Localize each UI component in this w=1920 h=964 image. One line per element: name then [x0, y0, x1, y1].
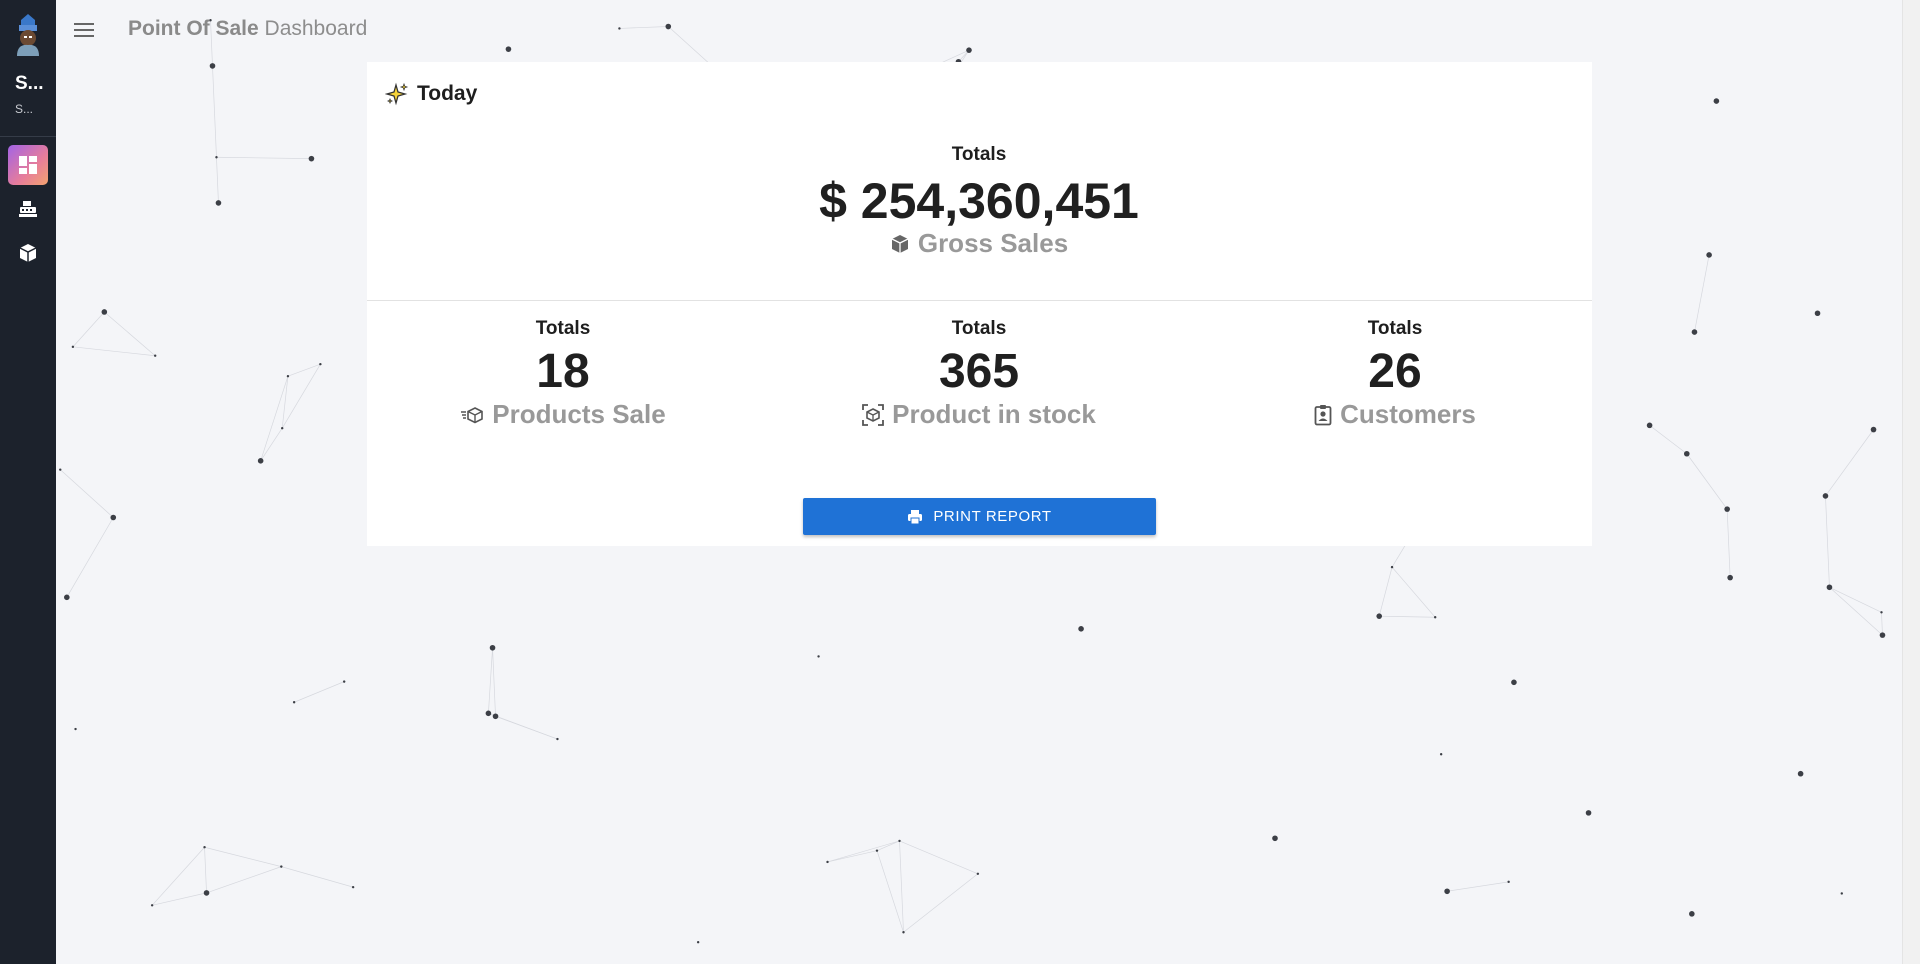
products-sale-caption: Products Sale	[353, 399, 773, 430]
sidebar-item-products[interactable]	[8, 233, 48, 273]
sidebar-item-dashboard[interactable]	[8, 145, 48, 185]
products-sale-value: 18	[536, 345, 590, 398]
gross-sales-caption: Gross Sales	[769, 228, 1189, 259]
box-scan-icon	[862, 403, 885, 426]
brand-subtitle: S...	[15, 102, 34, 116]
stat-label: Totals	[1367, 318, 1423, 339]
sidebar-divider	[0, 136, 56, 137]
sidebar-item-pos[interactable]	[8, 189, 48, 229]
customers-value: 26	[1368, 345, 1422, 398]
sidebar: S... S...	[0, 0, 56, 964]
dashboard-icon	[19, 156, 37, 174]
today-card: Today Totals $ 254,360,451 Gross Sales T…	[367, 62, 1592, 546]
printer-icon	[908, 509, 923, 524]
box-icon	[19, 244, 37, 262]
products-sale-stat: Totals 18 Products Sale	[353, 318, 773, 430]
gross-sales-value: $ 254,360,451	[819, 173, 1139, 229]
scrollbar[interactable]	[1902, 0, 1920, 964]
gross-sales-stat: Totals $ 254,360,451 Gross Sales	[769, 144, 1189, 259]
page-title: Point Of Sale Dashboard	[128, 17, 368, 40]
menu-toggle-button[interactable]	[74, 20, 94, 38]
cash-register-icon	[19, 201, 37, 217]
stat-label: Totals	[535, 318, 591, 339]
print-report-button[interactable]: PRINT REPORT	[803, 498, 1156, 535]
clipboard-user-icon	[1314, 404, 1332, 425]
customers-stat: Totals 26 Customers	[1185, 318, 1605, 430]
brand-name: S...	[15, 73, 44, 94]
card-heading: Today	[385, 82, 477, 106]
customers-caption: Customers	[1185, 399, 1605, 430]
box-moving-icon	[461, 406, 484, 423]
avatar[interactable]	[13, 12, 43, 56]
product-in-stock-value: 365	[938, 345, 1020, 398]
card-divider	[367, 300, 1592, 301]
product-in-stock-caption: Product in stock	[769, 399, 1189, 430]
sparkles-icon	[385, 82, 409, 106]
cube-icon	[891, 234, 909, 253]
stat-label: Totals	[951, 144, 1007, 165]
stat-label: Totals	[951, 318, 1007, 339]
product-in-stock-stat: Totals 365 Product in stock	[769, 318, 1189, 430]
